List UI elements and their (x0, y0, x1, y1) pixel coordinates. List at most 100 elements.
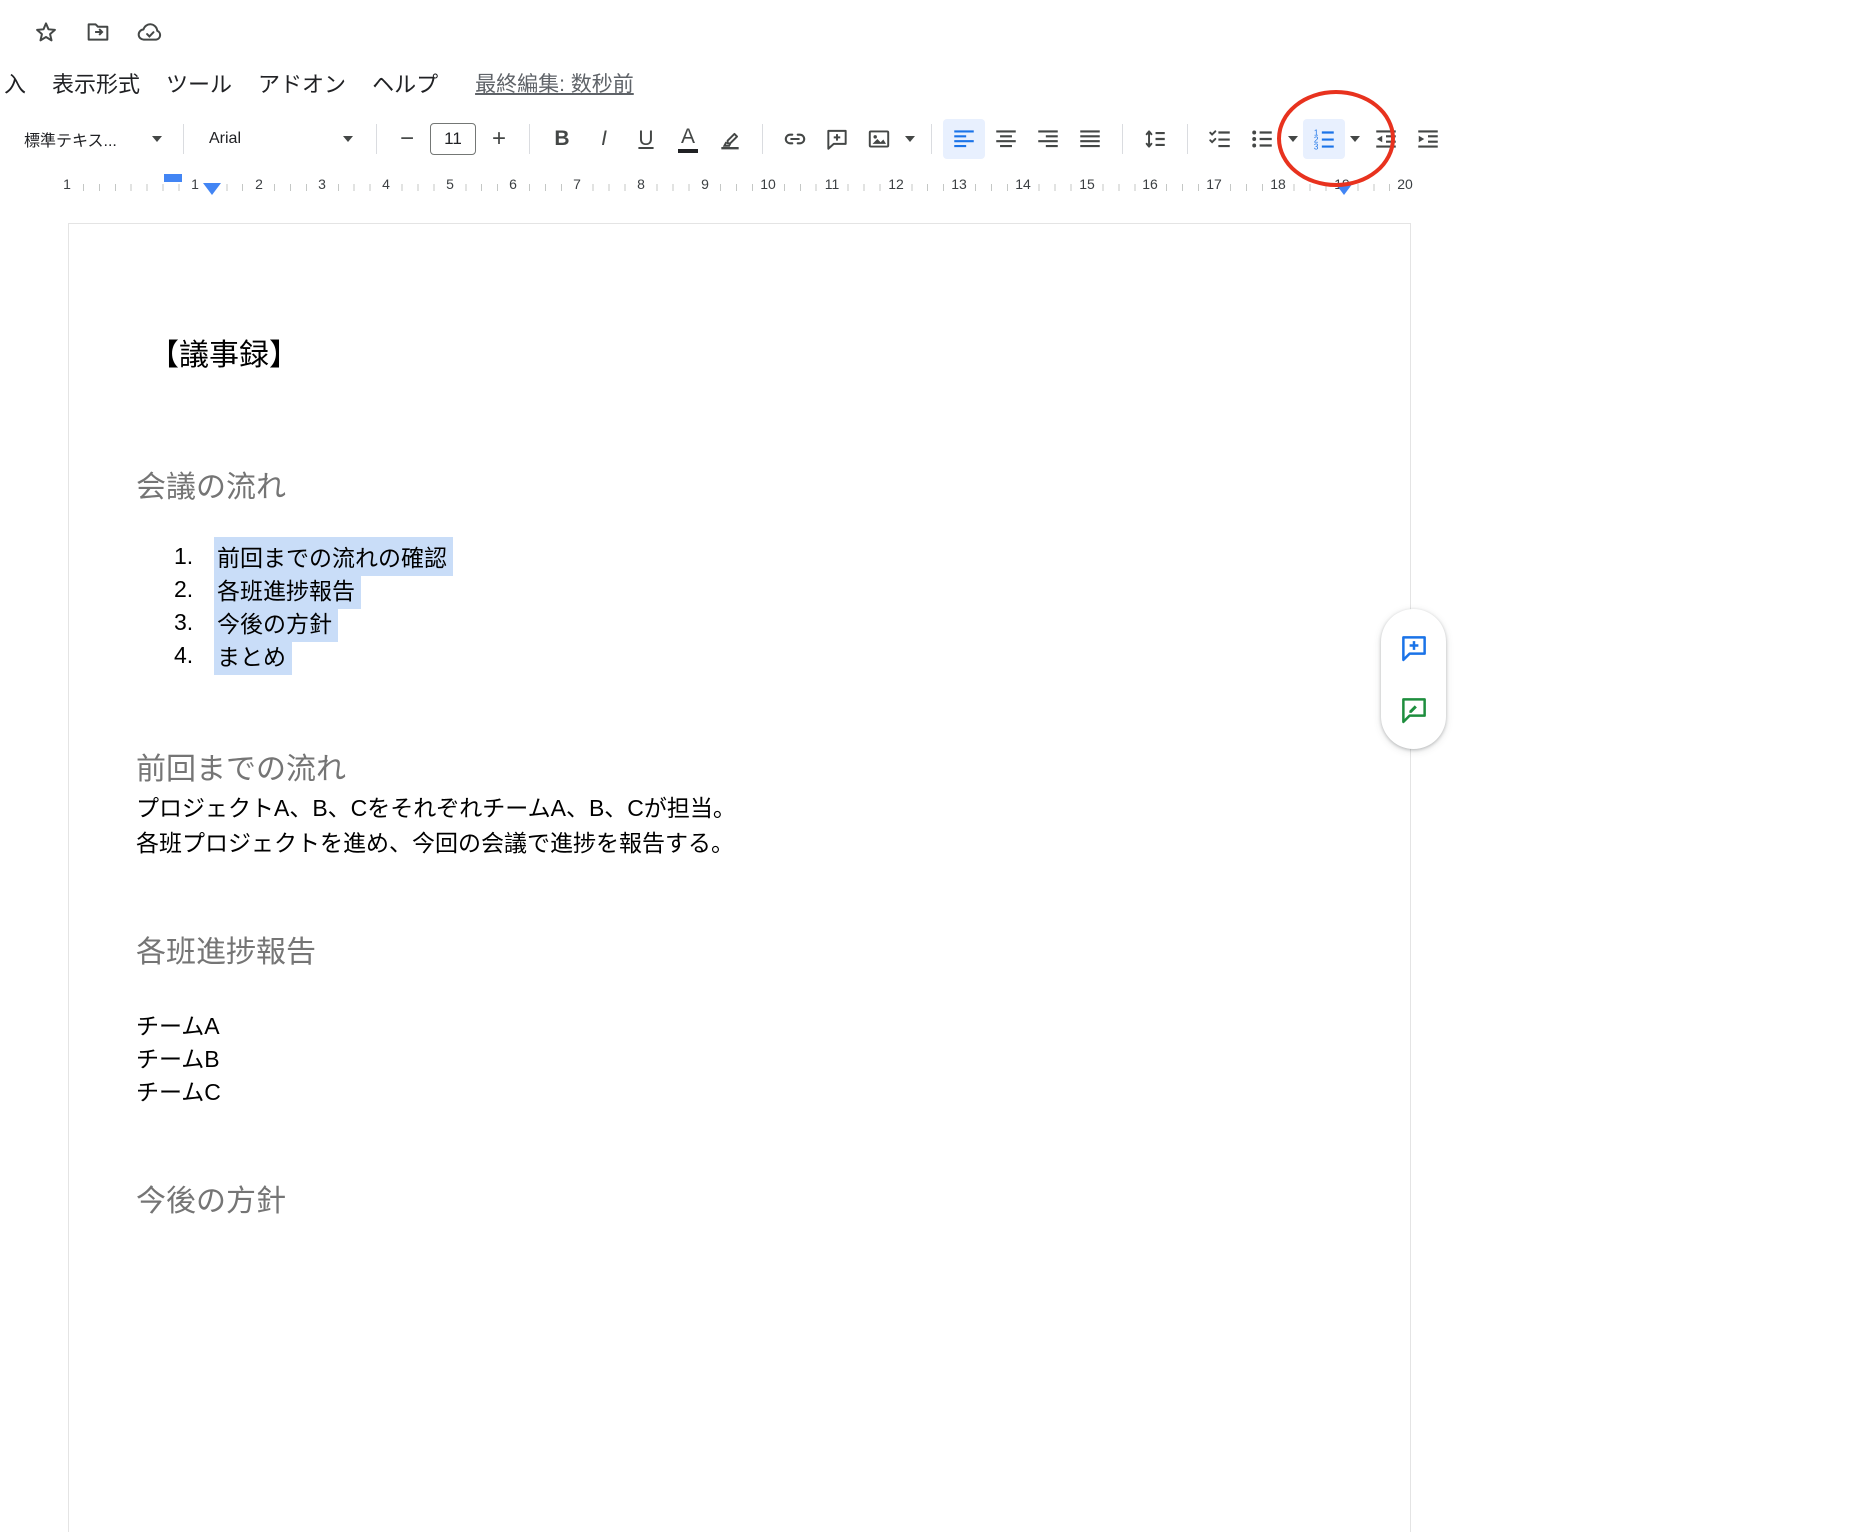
ruler-label: 1 (187, 176, 203, 192)
team-line: チームB (136, 1043, 221, 1076)
add-comment-icon (824, 126, 850, 152)
suggest-edit-icon (1399, 695, 1429, 725)
list-number: 4. (174, 642, 214, 669)
menu-bar: 入 表示形式 ツール アドオン ヘルプ 最終編集: 数秒前 (0, 62, 634, 104)
bulleted-list-button[interactable] (1241, 119, 1283, 159)
bulleted-list-dropdown[interactable] (1283, 119, 1303, 159)
list-number: 1. (174, 543, 214, 570)
bold-button[interactable]: B (541, 119, 583, 159)
ruler-label: 5 (442, 176, 458, 192)
last-edit-link[interactable]: 最終編集: 数秒前 (475, 68, 634, 98)
increase-font-size-button[interactable]: + (480, 119, 518, 159)
ruler-label: 11 (821, 176, 844, 192)
move-folder-icon[interactable] (82, 16, 114, 48)
font-family-value: Arial (209, 130, 241, 148)
align-center-icon (993, 126, 1019, 152)
align-left-button[interactable] (943, 119, 985, 159)
ruler-label: 13 (947, 176, 971, 192)
highlight-icon (717, 126, 743, 152)
increase-indent-button[interactable] (1407, 119, 1449, 159)
menu-item-format[interactable]: 表示形式 (39, 62, 153, 104)
decrease-indent-button[interactable] (1365, 119, 1407, 159)
ruler-label: 8 (633, 176, 649, 192)
menu-item-help[interactable]: ヘルプ (359, 62, 451, 104)
list-item: 3. 今後の方針 (174, 606, 453, 639)
numbered-list-icon: 123 (1311, 126, 1337, 152)
text-color-icon: A (678, 126, 698, 153)
justify-button[interactable] (1069, 119, 1111, 159)
font-family-dropdown[interactable]: Arial (197, 119, 365, 159)
font-size-input[interactable] (430, 123, 476, 155)
toolbar-divider (183, 124, 184, 154)
line-spacing-icon (1142, 126, 1168, 152)
add-comment-button[interactable] (816, 119, 858, 159)
team-list: チームA チームB チームC (136, 1010, 221, 1109)
insert-link-button[interactable] (774, 119, 816, 159)
chevron-down-icon (1288, 136, 1298, 142)
toolbar-divider (1187, 124, 1188, 154)
checklist-button[interactable] (1199, 119, 1241, 159)
align-center-button[interactable] (985, 119, 1027, 159)
menu-item-addons[interactable]: アドオン (245, 62, 359, 104)
svg-text:3: 3 (1314, 143, 1319, 152)
margin-tools-pill (1381, 609, 1446, 749)
list-item: 1. 前回までの流れの確認 (174, 540, 453, 573)
paragraph-line: プロジェクトA、B、CをそれぞれチームA、B、Cが担当。 (136, 791, 736, 826)
right-indent-marker[interactable] (1335, 183, 1353, 195)
menu-item-insert[interactable]: 入 (0, 62, 39, 104)
numbered-list-button[interactable]: 123 (1303, 119, 1345, 159)
suggest-edit-button[interactable] (1391, 687, 1437, 733)
add-comment-float-button[interactable] (1391, 625, 1437, 671)
text-color-button[interactable]: A (667, 119, 709, 159)
title-actions-row (30, 16, 166, 48)
insert-link-icon (782, 126, 808, 152)
ruler-label: 20 (1393, 176, 1417, 192)
ruler[interactable]: 1 1 2 3 4 5 6 7 8 9 10 11 12 13 14 15 16… (0, 172, 1856, 202)
checklist-icon (1207, 126, 1233, 152)
line-spacing-button[interactable] (1134, 119, 1176, 159)
toolbar-divider (376, 124, 377, 154)
ruler-label: 6 (505, 176, 521, 192)
ruler-label: 2 (251, 176, 267, 192)
ruler-label: 7 (569, 176, 585, 192)
decrease-indent-icon (1373, 126, 1399, 152)
list-number: 2. (174, 576, 214, 603)
toolbar-divider (931, 124, 932, 154)
format-toolbar: 標準テキス... Arial − + B I U A (0, 110, 1856, 168)
numbered-list-dropdown[interactable] (1345, 119, 1365, 159)
previous-flow-paragraph: プロジェクトA、B、CをそれぞれチームA、B、Cが担当。 各班プロジェクトを進め… (136, 791, 736, 861)
first-line-indent-marker[interactable] (164, 174, 182, 182)
increase-indent-icon (1415, 126, 1441, 152)
doc-heading-title: 【議事録】 (149, 330, 299, 374)
ruler-label: 14 (1011, 176, 1035, 192)
cloud-check-icon (134, 16, 166, 48)
team-line: チームC (136, 1076, 221, 1109)
document-page[interactable]: 【議事録】 会議の流れ 1. 前回までの流れの確認 2. 各班進捗報告 3. 今… (68, 223, 1411, 1532)
menu-item-tools[interactable]: ツール (153, 62, 245, 104)
numbered-list-group: 123 (1303, 119, 1365, 159)
decrease-font-size-button[interactable]: − (388, 119, 426, 159)
team-line: チームA (136, 1010, 221, 1043)
underline-button[interactable]: U (625, 119, 667, 159)
google-docs-app: 入 表示形式 ツール アドオン ヘルプ 最終編集: 数秒前 標準テキス... A… (0, 0, 1856, 1532)
insert-image-icon (866, 126, 892, 152)
font-size-group: − + (388, 119, 518, 159)
paragraph-style-value: 標準テキス... (24, 127, 117, 151)
align-left-icon (951, 126, 977, 152)
insert-image-button[interactable] (858, 119, 900, 159)
paragraph-style-dropdown[interactable]: 標準テキス... (14, 119, 172, 159)
ruler-label: 15 (1075, 176, 1099, 192)
highlight-color-button[interactable] (709, 119, 751, 159)
align-right-button[interactable] (1027, 119, 1069, 159)
justify-icon (1077, 126, 1103, 152)
chevron-down-icon (905, 136, 915, 142)
italic-button[interactable]: I (583, 119, 625, 159)
heading-progress-report: 各班進捗報告 (136, 927, 316, 971)
add-comment-float-icon (1399, 633, 1429, 663)
star-icon[interactable] (30, 16, 62, 48)
bulleted-list-icon (1249, 126, 1275, 152)
insert-image-dropdown[interactable] (900, 119, 920, 159)
list-item: 2. 各班進捗報告 (174, 573, 453, 606)
list-item: 4. まとめ (174, 639, 453, 672)
left-indent-marker[interactable] (203, 183, 221, 195)
